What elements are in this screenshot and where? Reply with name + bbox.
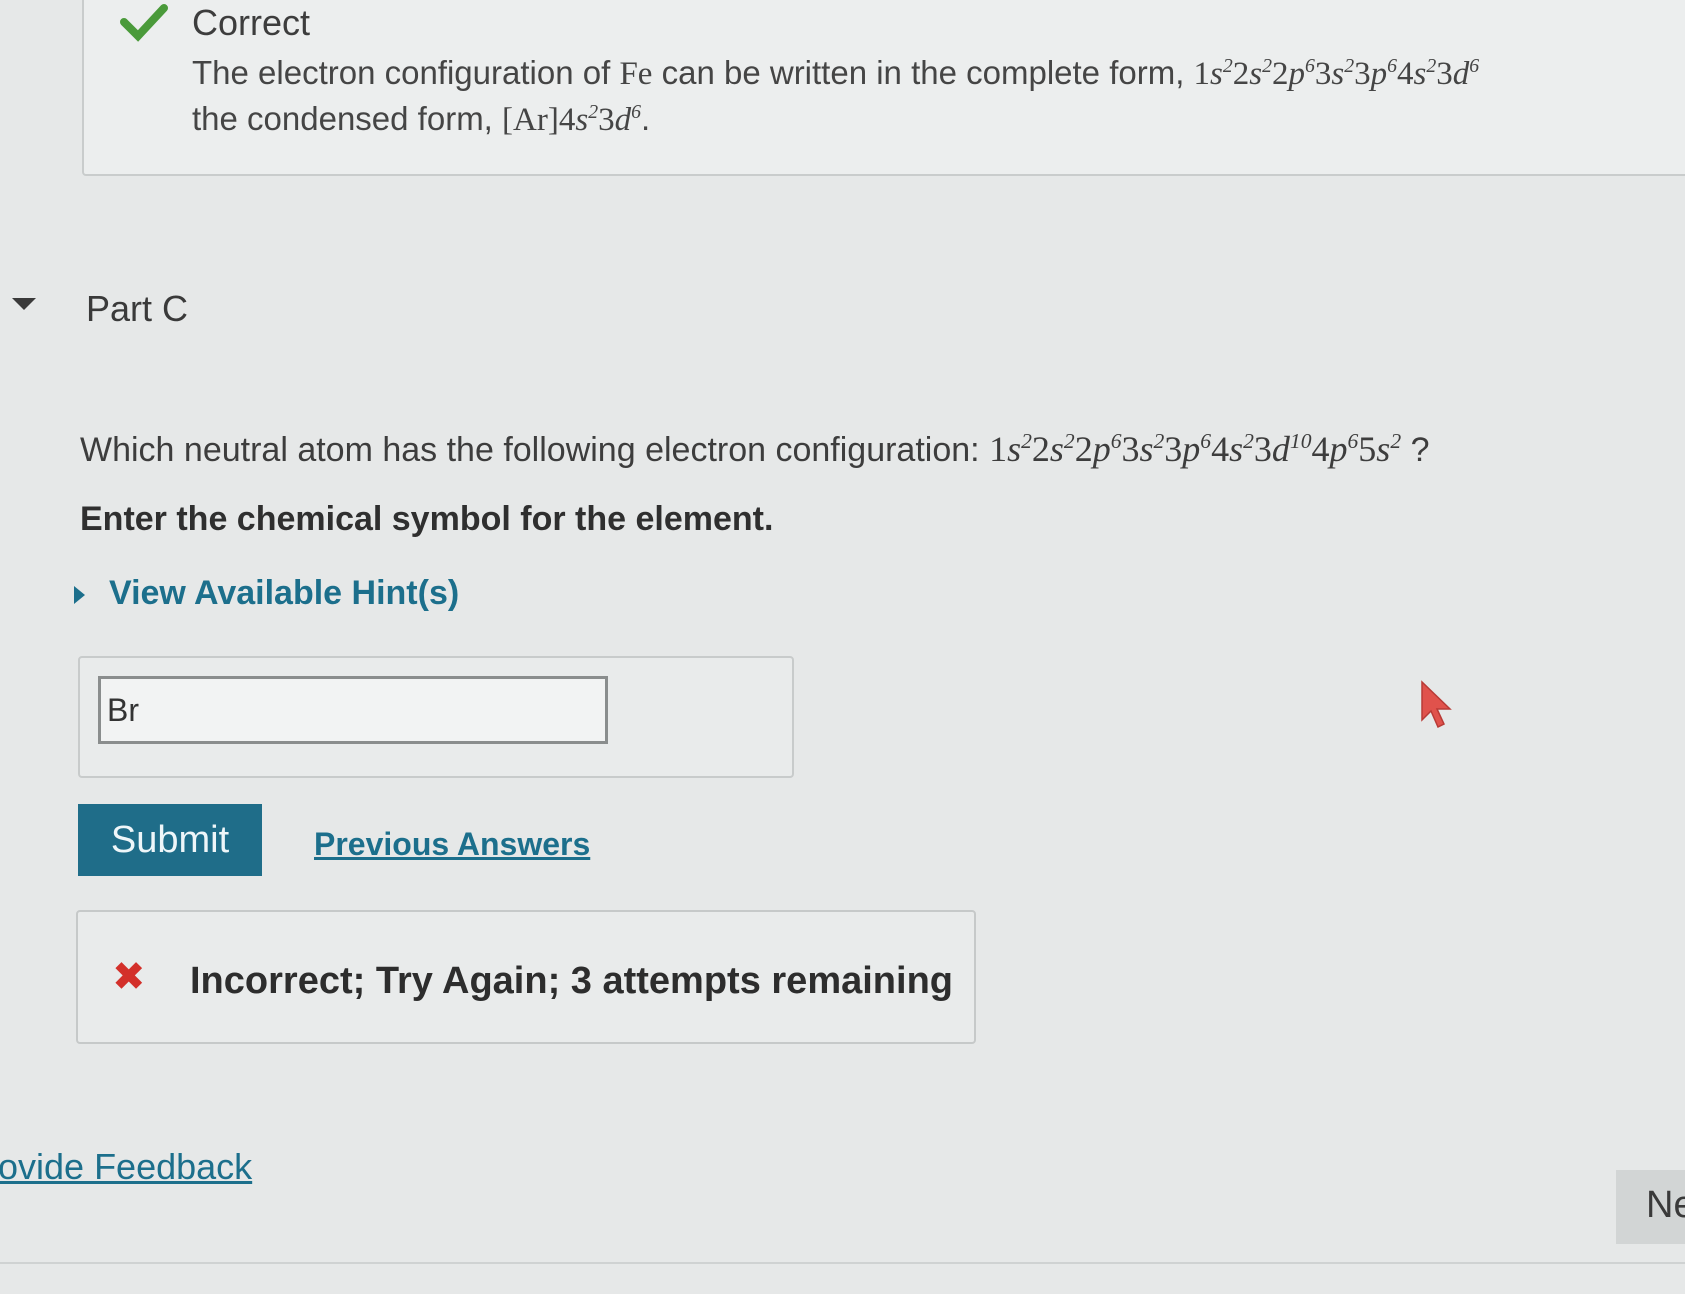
- part-title: Part C: [86, 288, 189, 329]
- submit-button[interactable]: Submit: [78, 804, 262, 876]
- next-button[interactable]: Ne: [1616, 1170, 1685, 1244]
- cursor-icon: [1421, 680, 1452, 729]
- question-text: Which neutral atom has the following ele…: [80, 429, 1430, 469]
- correct-explanation-line2: the condensed form, [Ar]4s23d6.: [192, 100, 651, 138]
- correct-title: Correct: [192, 2, 311, 43]
- expand-caret-icon: [74, 586, 85, 605]
- check-icon: [120, 4, 168, 42]
- hints-label: View Available Hint(s): [109, 574, 460, 612]
- x-icon: ✖: [112, 955, 146, 999]
- incorrect-message: Incorrect; Try Again; 3 attempts remaini…: [190, 960, 953, 1002]
- view-hints-link[interactable]: View Available Hint(s): [74, 574, 459, 613]
- correct-explanation-line1: The electron configuration of Fe can be …: [192, 54, 1480, 92]
- provide-feedback-link[interactable]: ovide Feedback: [0, 1146, 252, 1188]
- answer-input[interactable]: [98, 676, 608, 744]
- collapse-caret-icon[interactable]: [12, 298, 36, 310]
- footer-divider: [0, 1262, 1685, 1264]
- previous-answers-link[interactable]: Previous Answers: [314, 826, 590, 863]
- instruction-text: Enter the chemical symbol for the elemen…: [80, 500, 774, 538]
